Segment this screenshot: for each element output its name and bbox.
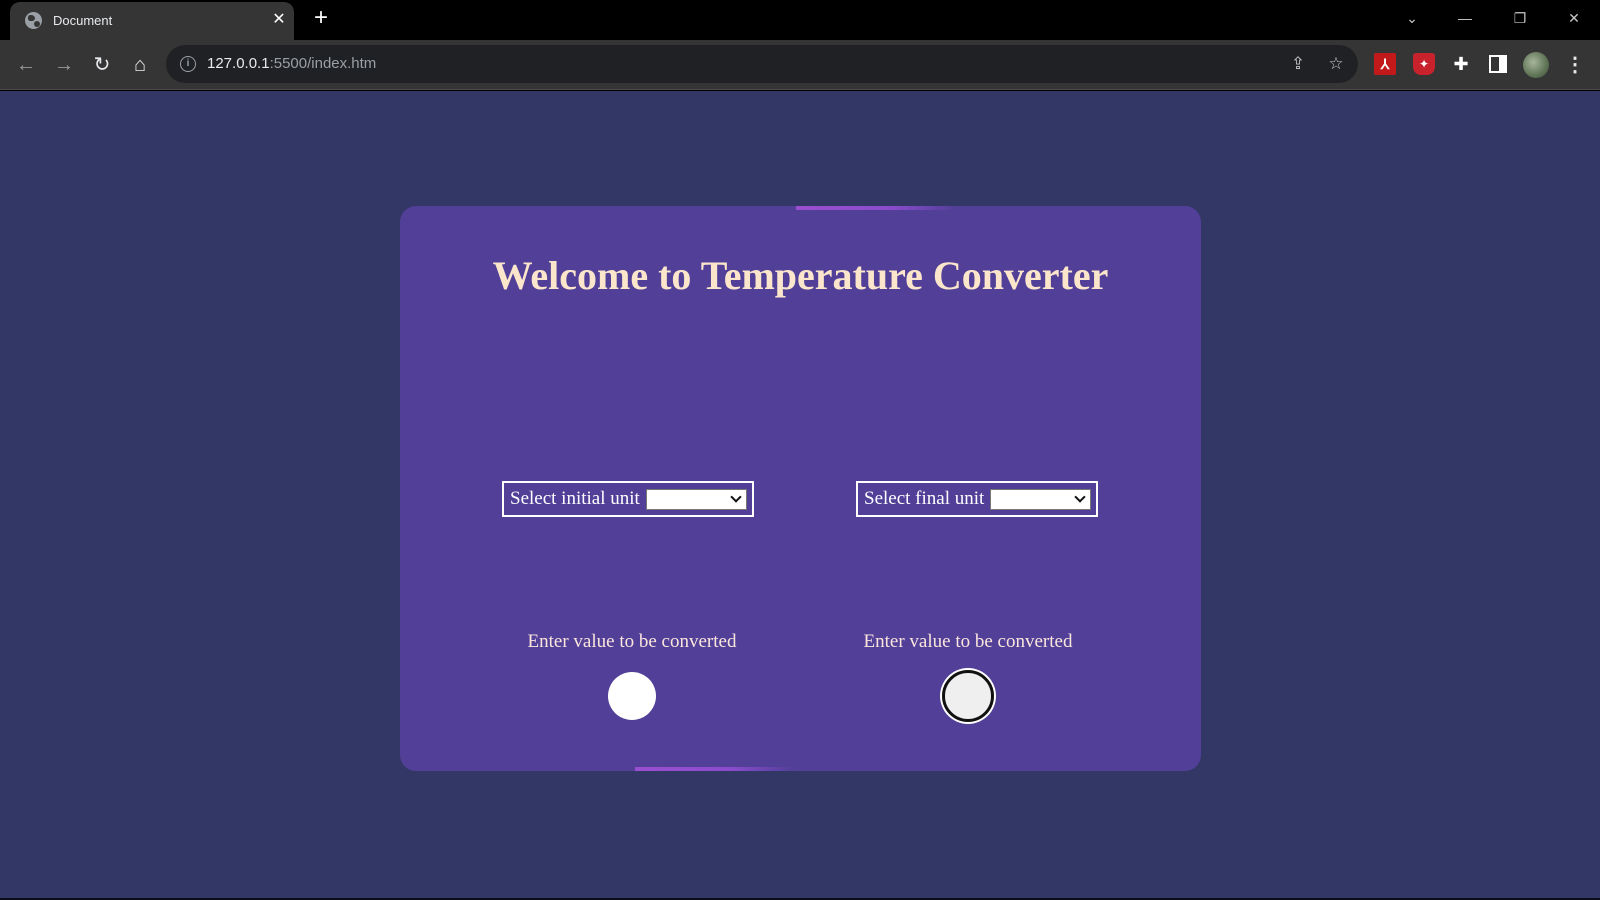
chevron-down-icon: [1074, 490, 1086, 503]
converter-card: Welcome to Temperature Converter Select …: [400, 206, 1201, 771]
final-value-label: Enter value to be converted: [863, 631, 1073, 652]
chevron-down-icon: [730, 490, 742, 503]
pdf-extension-icon[interactable]: ⅄: [1374, 53, 1396, 75]
forward-icon[interactable]: →: [51, 52, 77, 78]
url-text[interactable]: 127.0.0.1:5500/index.htm: [207, 55, 376, 72]
extensions-puzzle-icon[interactable]: ✚: [1450, 53, 1472, 75]
url-path: :5500/index.htm: [269, 55, 377, 72]
browser-tab[interactable]: Document ✕: [10, 2, 294, 40]
kebab-menu-icon[interactable]: ⋮: [1565, 52, 1585, 78]
new-tab-button[interactable]: +: [309, 6, 333, 31]
bookmark-star-icon[interactable]: ☆: [1326, 54, 1346, 74]
restore-button[interactable]: ❐: [1505, 6, 1535, 30]
final-value-input[interactable]: [942, 670, 994, 722]
share-icon[interactable]: ⇪: [1288, 54, 1308, 74]
browser-toolbar: ← → ↻ ⌂ i 127.0.0.1:5500/index.htm ⇪ ☆ ⅄…: [0, 40, 1600, 90]
final-unit-group: Select final unit: [856, 481, 1098, 517]
address-bar[interactable]: i 127.0.0.1:5500/index.htm ⇪ ☆: [166, 45, 1358, 83]
initial-value-input[interactable]: [608, 672, 656, 720]
window-close-button[interactable]: ✕: [1559, 6, 1589, 30]
back-icon[interactable]: ←: [13, 52, 39, 78]
url-host: 127.0.0.1: [207, 55, 270, 72]
initial-unit-label: Select initial unit: [510, 488, 640, 509]
home-icon[interactable]: ⌂: [127, 52, 153, 78]
tab-title: Document: [53, 13, 113, 28]
tab-close-icon[interactable]: ✕: [268, 9, 290, 31]
card-glow-bottom: [635, 767, 795, 771]
initial-unit-select[interactable]: [645, 488, 747, 510]
browser-tab-strip: Document ✕ + ⌄ — ❐ ✕: [0, 0, 1600, 40]
profile-avatar[interactable]: [1523, 52, 1549, 78]
initial-unit-group: Select initial unit: [502, 481, 754, 517]
globe-icon: [25, 12, 42, 29]
shield-extension-icon[interactable]: ✦: [1413, 53, 1435, 75]
final-unit-select[interactable]: [990, 488, 1092, 510]
page-title: Welcome to Temperature Converter: [492, 253, 1109, 298]
page-viewport: Welcome to Temperature Converter Select …: [0, 91, 1600, 898]
reload-icon[interactable]: ↻: [89, 52, 115, 78]
tab-search-icon[interactable]: ⌄: [1397, 6, 1427, 30]
minimize-button[interactable]: —: [1450, 6, 1480, 30]
card-glow-top: [796, 206, 956, 210]
side-panel-icon[interactable]: [1489, 55, 1507, 73]
info-icon[interactable]: i: [180, 56, 196, 72]
initial-value-label: Enter value to be converted: [527, 631, 737, 652]
final-unit-label: Select final unit: [864, 488, 985, 509]
